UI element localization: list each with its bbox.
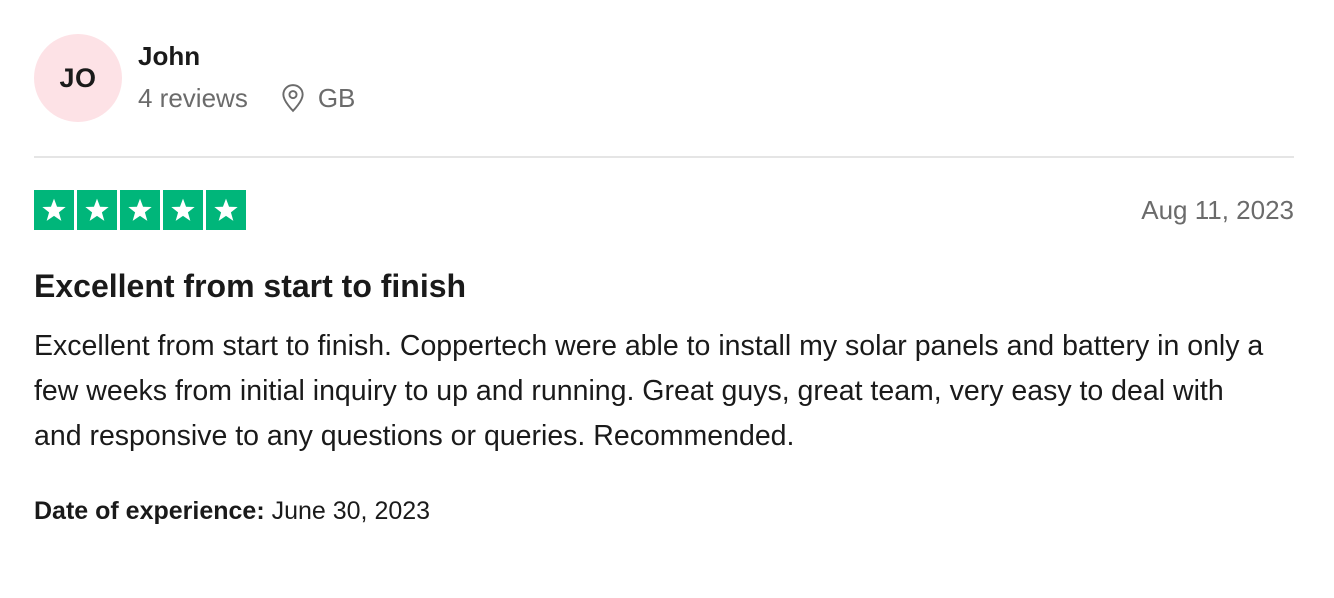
location-pin-icon <box>280 83 306 113</box>
review-title[interactable]: Excellent from start to finish <box>34 266 1294 306</box>
star-icon <box>120 190 160 230</box>
star-icon <box>206 190 246 230</box>
avatar[interactable]: JO <box>34 34 122 122</box>
star-rating <box>34 190 246 230</box>
reviewer-location: GB <box>280 82 356 114</box>
star-icon <box>163 190 203 230</box>
reviewer-info: John 4 reviews GB <box>138 34 355 114</box>
reviews-count: 4 reviews <box>138 83 248 113</box>
avatar-initials: JO <box>59 62 97 93</box>
star-icon <box>77 190 117 230</box>
star-icon <box>34 190 74 230</box>
date-of-experience: Date of experience: June 30, 2023 <box>34 495 1294 527</box>
reviewer-country: GB <box>317 83 356 113</box>
reviewer-meta: 4 reviews GB <box>138 82 355 114</box>
experience-label: Date of experience: <box>34 497 265 525</box>
review-card: JO John 4 reviews GB Aug 11, 2023 Excell… <box>34 34 1294 527</box>
rating-row: Aug 11, 2023 <box>34 190 1294 230</box>
experience-date: June 30, 2023 <box>271 497 431 525</box>
review-date: Aug 11, 2023 <box>1141 194 1294 225</box>
reviewer-header: JO John 4 reviews GB <box>34 34 1294 124</box>
review-body: Excellent from start to finish. Copperte… <box>34 330 1264 452</box>
divider <box>34 156 1294 158</box>
reviewer-name[interactable]: John <box>138 40 355 72</box>
